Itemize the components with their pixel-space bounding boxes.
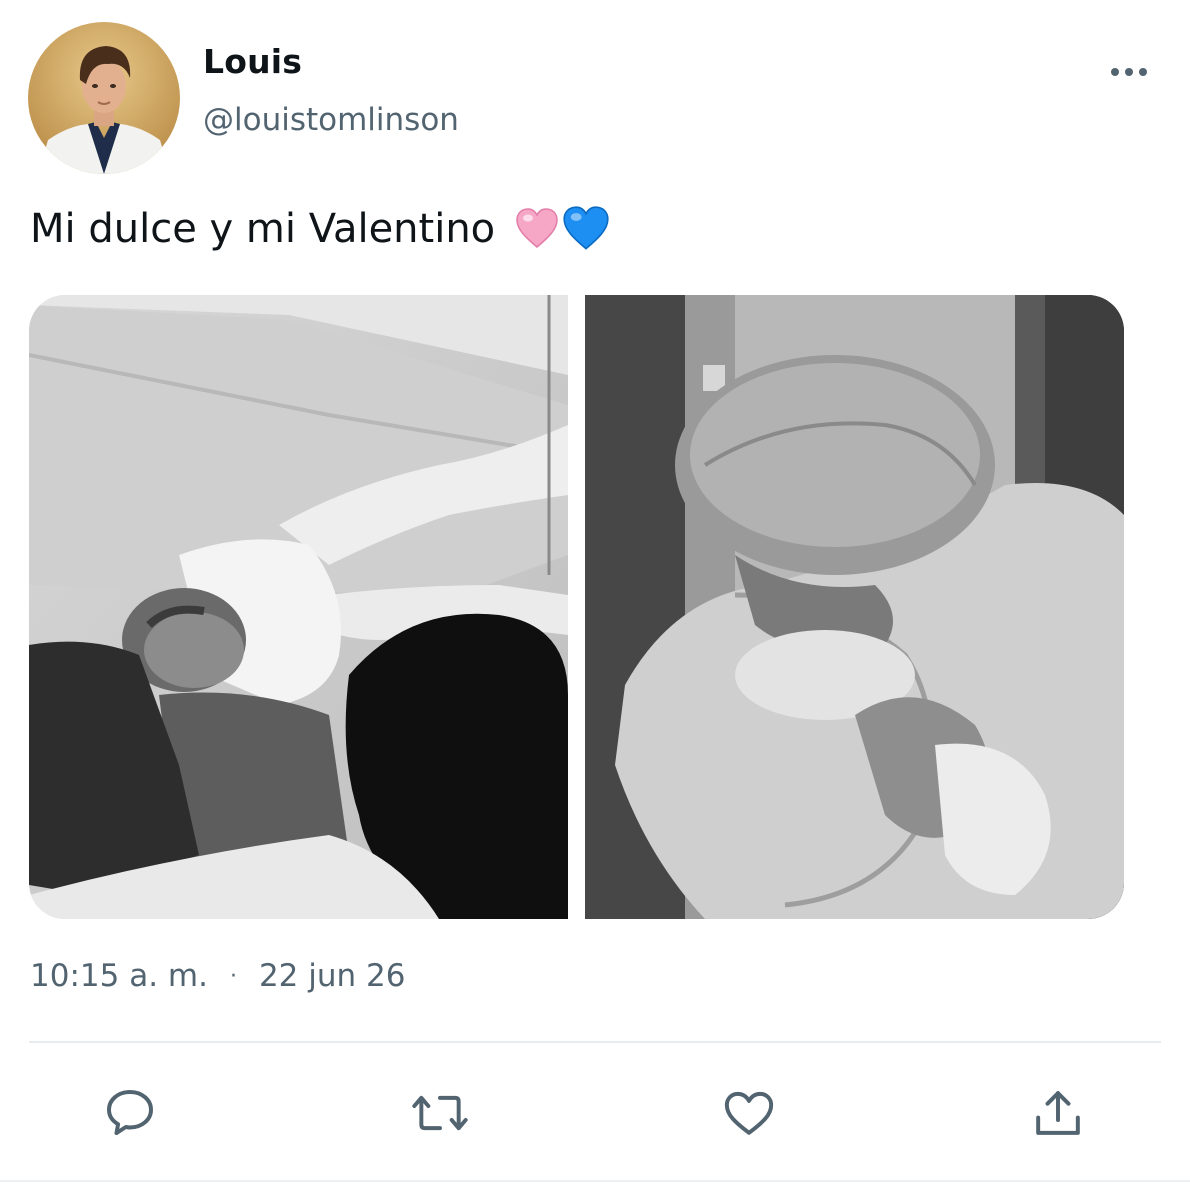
reply-icon (107, 1090, 153, 1136)
photo-2[interactable] (585, 295, 1124, 919)
reply-button[interactable] (95, 1078, 165, 1148)
more-options-button[interactable] (1102, 52, 1156, 92)
user-handle[interactable]: @louistomlinson (203, 102, 459, 138)
tweet-date[interactable]: 22 jun 26 (259, 958, 406, 994)
display-name[interactable]: Louis (203, 42, 302, 81)
tweet-metadata: 10:15 a. m. · 22 jun 26 (30, 958, 405, 994)
bottom-divider (0, 1180, 1190, 1182)
retweet-button[interactable] (405, 1078, 475, 1148)
retweet-icon (412, 1095, 468, 1131)
photo-1[interactable] (29, 295, 568, 919)
newborn-photo (29, 295, 568, 919)
divider (29, 1041, 1161, 1043)
avatar-photo (28, 22, 180, 174)
pink-heart-icon (516, 208, 558, 248)
tweet-time[interactable]: 10:15 a. m. (30, 958, 208, 994)
share-button[interactable] (1023, 1078, 1093, 1148)
action-bar (0, 1078, 1190, 1148)
media-grid (29, 295, 1124, 919)
emoji-group (515, 205, 610, 253)
tweet-body: Mi dulce y mi Valentino (30, 206, 496, 252)
like-icon (724, 1091, 774, 1135)
share-icon (1036, 1091, 1080, 1135)
tweet-text: Mi dulce y mi Valentino (30, 205, 610, 253)
like-button[interactable] (714, 1078, 784, 1148)
more-horizontal-icon (1111, 68, 1147, 76)
father-baby-photo (585, 295, 1124, 919)
blue-heart-icon (563, 206, 609, 250)
avatar[interactable] (28, 22, 180, 174)
meta-separator: · (229, 963, 237, 989)
